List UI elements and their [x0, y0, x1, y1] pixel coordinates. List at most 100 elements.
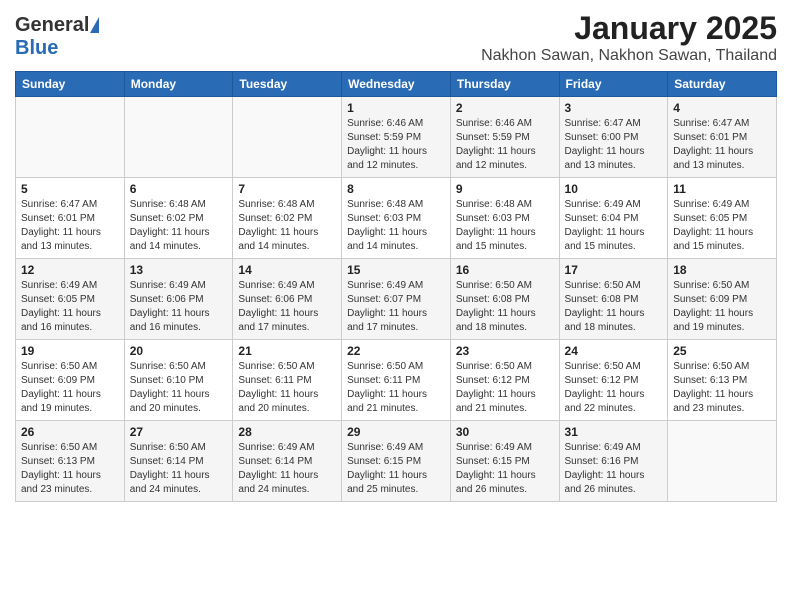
calendar-cell: 24 Sunrise: 6:50 AM Sunset: 6:12 PM Dayli…: [559, 340, 668, 421]
day-info: Sunrise: 6:46 AM Sunset: 5:59 PM Dayligh…: [456, 117, 554, 173]
week-row-5: 26 Sunrise: 6:50 AM Sunset: 6:13 PM Dayli…: [16, 421, 777, 502]
calendar-cell: 10 Sunrise: 6:49 AM Sunset: 6:04 PM Dayli…: [559, 178, 668, 259]
day-info: Sunrise: 6:49 AM Sunset: 6:16 PM Dayligh…: [565, 441, 663, 497]
calendar-cell: 23 Sunrise: 6:50 AM Sunset: 6:12 PM Dayli…: [450, 340, 559, 421]
day-info: Sunrise: 6:49 AM Sunset: 6:06 PM Dayligh…: [238, 279, 336, 335]
calendar-cell: [668, 421, 777, 502]
day-number: 16: [456, 263, 554, 277]
header: General Blue January 2025 Nakhon Sawan, …: [15, 10, 777, 65]
day-number: 15: [347, 263, 445, 277]
day-info: Sunrise: 6:50 AM Sunset: 6:13 PM Dayligh…: [673, 360, 771, 416]
day-number: 9: [456, 182, 554, 196]
day-number: 13: [130, 263, 228, 277]
logo-triangle-icon: [90, 17, 99, 33]
day-number: 6: [130, 182, 228, 196]
day-number: 4: [673, 101, 771, 115]
calendar-cell: 6 Sunrise: 6:48 AM Sunset: 6:02 PM Daylig…: [124, 178, 233, 259]
day-info: Sunrise: 6:46 AM Sunset: 5:59 PM Dayligh…: [347, 117, 445, 173]
day-info: Sunrise: 6:48 AM Sunset: 6:02 PM Dayligh…: [238, 198, 336, 254]
logo: General Blue: [15, 14, 99, 60]
day-number: 29: [347, 425, 445, 439]
weekday-friday: Friday: [559, 72, 668, 97]
day-info: Sunrise: 6:47 AM Sunset: 6:01 PM Dayligh…: [673, 117, 771, 173]
day-info: Sunrise: 6:50 AM Sunset: 6:14 PM Dayligh…: [130, 441, 228, 497]
day-info: Sunrise: 6:48 AM Sunset: 6:03 PM Dayligh…: [456, 198, 554, 254]
logo-general: General: [15, 14, 89, 37]
calendar-cell: 20Sunrise: 6:50 AM Sunset: 6:10 PM Dayli…: [124, 340, 233, 421]
weekday-wednesday: Wednesday: [342, 72, 451, 97]
day-number: 22: [347, 344, 445, 358]
day-info: Sunrise: 6:49 AM Sunset: 6:05 PM Dayligh…: [673, 198, 771, 254]
day-number: 21: [238, 344, 336, 358]
calendar-table: SundayMondayTuesdayWednesdayThursdayFrid…: [15, 71, 777, 502]
calendar-cell: 8Sunrise: 6:48 AM Sunset: 6:03 PM Daylig…: [342, 178, 451, 259]
calendar-cell: 29 Sunrise: 6:49 AM Sunset: 6:15 PM Dayli…: [342, 421, 451, 502]
day-number: 23: [456, 344, 554, 358]
calendar-cell: 7 Sunrise: 6:48 AM Sunset: 6:02 PM Daylig…: [233, 178, 342, 259]
calendar-cell: [124, 97, 233, 178]
day-number: 5: [21, 182, 119, 196]
day-info: Sunrise: 6:50 AM Sunset: 6:11 PM Dayligh…: [347, 360, 445, 416]
day-number: 8: [347, 182, 445, 196]
calendar-cell: 4 Sunrise: 6:47 AM Sunset: 6:01 PM Daylig…: [668, 97, 777, 178]
calendar-cell: 18 Sunrise: 6:50 AM Sunset: 6:09 PM Dayli…: [668, 259, 777, 340]
day-info: Sunrise: 6:50 AM Sunset: 6:08 PM Dayligh…: [456, 279, 554, 335]
day-number: 24: [565, 344, 663, 358]
day-info: Sunrise: 6:50 AM Sunset: 6:09 PM Dayligh…: [21, 360, 119, 416]
day-number: 30: [456, 425, 554, 439]
day-info: Sunrise: 6:50 AM Sunset: 6:13 PM Dayligh…: [21, 441, 119, 497]
month-title: January 2025: [481, 10, 777, 47]
day-info: Sunrise: 6:49 AM Sunset: 6:05 PM Dayligh…: [21, 279, 119, 335]
weekday-saturday: Saturday: [668, 72, 777, 97]
day-info: Sunrise: 6:49 AM Sunset: 6:14 PM Dayligh…: [238, 441, 336, 497]
day-number: 18: [673, 263, 771, 277]
day-number: 2: [456, 101, 554, 115]
day-info: Sunrise: 6:49 AM Sunset: 6:04 PM Dayligh…: [565, 198, 663, 254]
calendar-cell: 28Sunrise: 6:49 AM Sunset: 6:14 PM Dayli…: [233, 421, 342, 502]
calendar-cell: 26 Sunrise: 6:50 AM Sunset: 6:13 PM Dayli…: [16, 421, 125, 502]
day-info: Sunrise: 6:50 AM Sunset: 6:10 PM Dayligh…: [130, 360, 228, 416]
calendar-cell: 17 Sunrise: 6:50 AM Sunset: 6:08 PM Dayli…: [559, 259, 668, 340]
day-info: Sunrise: 6:49 AM Sunset: 6:06 PM Dayligh…: [130, 279, 228, 335]
day-info: Sunrise: 6:50 AM Sunset: 6:08 PM Dayligh…: [565, 279, 663, 335]
calendar-cell: [233, 97, 342, 178]
weekday-tuesday: Tuesday: [233, 72, 342, 97]
calendar-cell: [16, 97, 125, 178]
calendar-cell: 16 Sunrise: 6:50 AM Sunset: 6:08 PM Dayli…: [450, 259, 559, 340]
day-info: Sunrise: 6:50 AM Sunset: 6:12 PM Dayligh…: [456, 360, 554, 416]
location-title: Nakhon Sawan, Nakhon Sawan, Thailand: [481, 47, 777, 65]
calendar-cell: 21 Sunrise: 6:50 AM Sunset: 6:11 PM Dayli…: [233, 340, 342, 421]
weekday-thursday: Thursday: [450, 72, 559, 97]
day-info: Sunrise: 6:49 AM Sunset: 6:15 PM Dayligh…: [456, 441, 554, 497]
calendar-cell: 5 Sunrise: 6:47 AM Sunset: 6:01 PM Daylig…: [16, 178, 125, 259]
weekday-sunday: Sunday: [16, 72, 125, 97]
day-number: 1: [347, 101, 445, 115]
week-row-4: 19Sunrise: 6:50 AM Sunset: 6:09 PM Dayli…: [16, 340, 777, 421]
week-row-3: 12 Sunrise: 6:49 AM Sunset: 6:05 PM Dayli…: [16, 259, 777, 340]
day-info: Sunrise: 6:50 AM Sunset: 6:11 PM Dayligh…: [238, 360, 336, 416]
day-number: 17: [565, 263, 663, 277]
day-info: Sunrise: 6:49 AM Sunset: 6:15 PM Dayligh…: [347, 441, 445, 497]
calendar-cell: 14 Sunrise: 6:49 AM Sunset: 6:06 PM Dayli…: [233, 259, 342, 340]
day-info: Sunrise: 6:50 AM Sunset: 6:09 PM Dayligh…: [673, 279, 771, 335]
week-row-1: 1 Sunrise: 6:46 AM Sunset: 5:59 PM Daylig…: [16, 97, 777, 178]
day-number: 14: [238, 263, 336, 277]
weekday-header-row: SundayMondayTuesdayWednesdayThursdayFrid…: [16, 72, 777, 97]
day-info: Sunrise: 6:50 AM Sunset: 6:12 PM Dayligh…: [565, 360, 663, 416]
day-info: Sunrise: 6:47 AM Sunset: 6:01 PM Dayligh…: [21, 198, 119, 254]
calendar-cell: 27Sunrise: 6:50 AM Sunset: 6:14 PM Dayli…: [124, 421, 233, 502]
day-info: Sunrise: 6:49 AM Sunset: 6:07 PM Dayligh…: [347, 279, 445, 335]
day-number: 12: [21, 263, 119, 277]
calendar-cell: 22 Sunrise: 6:50 AM Sunset: 6:11 PM Dayli…: [342, 340, 451, 421]
calendar-cell: 11Sunrise: 6:49 AM Sunset: 6:05 PM Dayli…: [668, 178, 777, 259]
day-number: 10: [565, 182, 663, 196]
calendar-cell: 30 Sunrise: 6:49 AM Sunset: 6:15 PM Dayli…: [450, 421, 559, 502]
calendar-cell: 2 Sunrise: 6:46 AM Sunset: 5:59 PM Daylig…: [450, 97, 559, 178]
calendar-cell: 31Sunrise: 6:49 AM Sunset: 6:16 PM Dayli…: [559, 421, 668, 502]
calendar-cell: 25Sunrise: 6:50 AM Sunset: 6:13 PM Dayli…: [668, 340, 777, 421]
day-number: 7: [238, 182, 336, 196]
day-info: Sunrise: 6:48 AM Sunset: 6:02 PM Dayligh…: [130, 198, 228, 254]
calendar-cell: 15 Sunrise: 6:49 AM Sunset: 6:07 PM Dayli…: [342, 259, 451, 340]
logo-blue: Blue: [15, 37, 58, 59]
day-number: 26: [21, 425, 119, 439]
